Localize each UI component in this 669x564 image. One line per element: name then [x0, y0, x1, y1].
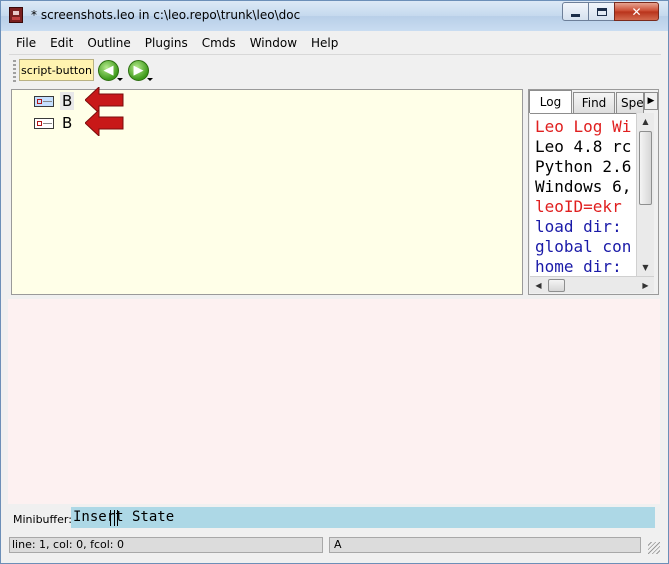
tab-log[interactable]: Log: [529, 90, 572, 113]
log-line: Leo Log Wi: [535, 117, 632, 136]
maximize-button[interactable]: [588, 2, 615, 21]
scroll-up-icon[interactable]: ▲: [638, 114, 653, 129]
menu-plugins[interactable]: Plugins: [138, 36, 195, 50]
toolbar-grip-icon[interactable]: [13, 60, 16, 82]
scroll-left-icon[interactable]: ◀: [531, 278, 546, 293]
menu-bar: File Edit Outline Plugins Cmds Window He…: [9, 32, 661, 53]
back-dropdown-icon[interactable]: [117, 78, 123, 81]
toolbar: script-button ◀ ▶: [9, 54, 661, 86]
log-line: Python 2.6: [535, 157, 632, 176]
log-line: Windows 6,: [535, 177, 632, 196]
status-info: A: [329, 537, 641, 553]
menu-window[interactable]: Window: [243, 36, 304, 50]
menu-cmds[interactable]: Cmds: [195, 36, 243, 50]
scroll-thumb[interactable]: [639, 131, 652, 205]
log-line: leoID=ekr: [535, 197, 622, 216]
ibeam-cursor-icon: [110, 510, 118, 526]
menu-edit[interactable]: Edit: [43, 36, 80, 50]
scroll-down-icon[interactable]: ▼: [638, 260, 653, 275]
scroll-right-icon[interactable]: ▶: [638, 278, 653, 293]
tab-scroll-right-icon[interactable]: ▶: [644, 92, 658, 110]
log-line: Leo 4.8 rc: [535, 137, 632, 156]
log-vertical-scrollbar[interactable]: ▲ ▼: [636, 113, 654, 276]
node-icon[interactable]: [34, 95, 54, 107]
back-arrow-icon[interactable]: ◀: [98, 60, 119, 81]
leo-app-icon[interactable]: [9, 7, 23, 23]
minimize-icon: [571, 13, 580, 17]
red-arrow-icon: [85, 110, 124, 136]
log-horizontal-scrollbar[interactable]: ◀ ▶: [530, 276, 654, 293]
script-button[interactable]: script-button: [19, 59, 94, 81]
maximize-icon: [596, 7, 607, 16]
minimize-button[interactable]: [562, 2, 589, 21]
body-pane[interactable]: [8, 299, 660, 504]
node-headline[interactable]: B: [60, 114, 74, 132]
scroll-thumb[interactable]: [548, 279, 565, 292]
log-line: load dir:: [535, 217, 622, 236]
node-headline[interactable]: B: [60, 92, 75, 110]
tab-spell[interactable]: Spe: [616, 92, 644, 113]
menu-help[interactable]: Help: [304, 36, 345, 50]
status-position: line: 1, col: 0, fcol: 0: [9, 537, 323, 553]
forward-arrow-icon[interactable]: ▶: [128, 60, 149, 81]
log-text[interactable]: Leo Log Wi Leo 4.8 rc Python 2.6 Windows 6,…: [530, 113, 636, 276]
resize-grip-icon[interactable]: [648, 542, 660, 554]
close-button[interactable]: ✕: [614, 2, 659, 21]
menu-outline[interactable]: Outline: [80, 36, 137, 50]
minibuffer-label: Minibuffer:: [13, 513, 72, 526]
log-line: home dir:: [535, 257, 622, 276]
title-bar[interactable]: * screenshots.leo in c:\leo.repo\trunk\l…: [1, 1, 668, 31]
minibuffer-input[interactable]: Insert State: [71, 507, 655, 528]
forward-dropdown-icon[interactable]: [147, 78, 153, 81]
menu-file[interactable]: File: [9, 36, 43, 50]
log-line: global con: [535, 237, 632, 256]
node-icon[interactable]: [34, 117, 54, 129]
window-title: * screenshots.leo in c:\leo.repo\trunk\l…: [31, 8, 301, 22]
log-pane: Log Find Spe ▶ Leo Log Wi Leo 4.8 rc Pytho…: [528, 89, 659, 295]
tab-find[interactable]: Find: [573, 92, 615, 113]
outline-node[interactable]: B: [34, 92, 75, 110]
outline-pane[interactable]: B B: [11, 87, 523, 295]
outline-node[interactable]: B: [34, 114, 74, 132]
close-icon: ✕: [631, 4, 642, 19]
